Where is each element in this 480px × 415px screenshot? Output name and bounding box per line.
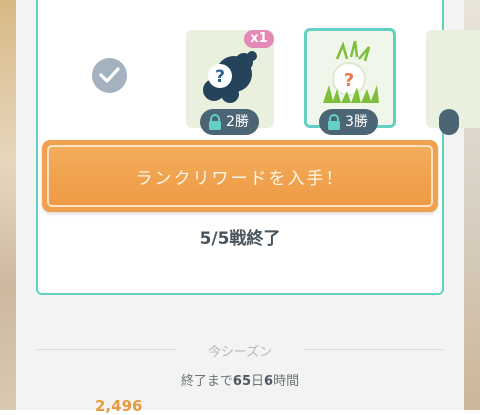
lock-icon xyxy=(328,114,340,130)
lock-icon xyxy=(209,114,221,130)
lock-requirement-pill-partial xyxy=(439,109,459,135)
remaining-days: 65 xyxy=(232,374,252,389)
remaining-hours-unit: 時間 xyxy=(273,374,300,389)
svg-text:?: ? xyxy=(215,67,225,87)
requirement-label: 2勝 xyxy=(226,114,249,130)
get-rank-reward-button[interactable]: ランクリワードを入手！ xyxy=(42,140,438,212)
claimed-check-icon xyxy=(92,58,127,93)
remaining-days-unit: 日 xyxy=(251,374,265,389)
season-remaining: 終了まで65日6時間 xyxy=(0,370,480,389)
battle-status: 5/5戦終了 xyxy=(199,229,281,249)
requirement-label: 3勝 xyxy=(345,114,368,130)
season-title: 今シーズン xyxy=(207,345,273,360)
remaining-hours: 6 xyxy=(264,374,274,389)
get-rank-reward-label: ランクリワードを入手！ xyxy=(47,145,433,207)
remaining-prefix: 終了まで xyxy=(180,374,233,389)
svg-text:?: ? xyxy=(344,70,354,91)
quantity-badge: x1 xyxy=(244,30,274,48)
season-score: 2,496 xyxy=(95,397,143,415)
lock-requirement-pill: 3勝 xyxy=(319,109,378,135)
lock-requirement-pill: 2勝 xyxy=(200,109,259,135)
